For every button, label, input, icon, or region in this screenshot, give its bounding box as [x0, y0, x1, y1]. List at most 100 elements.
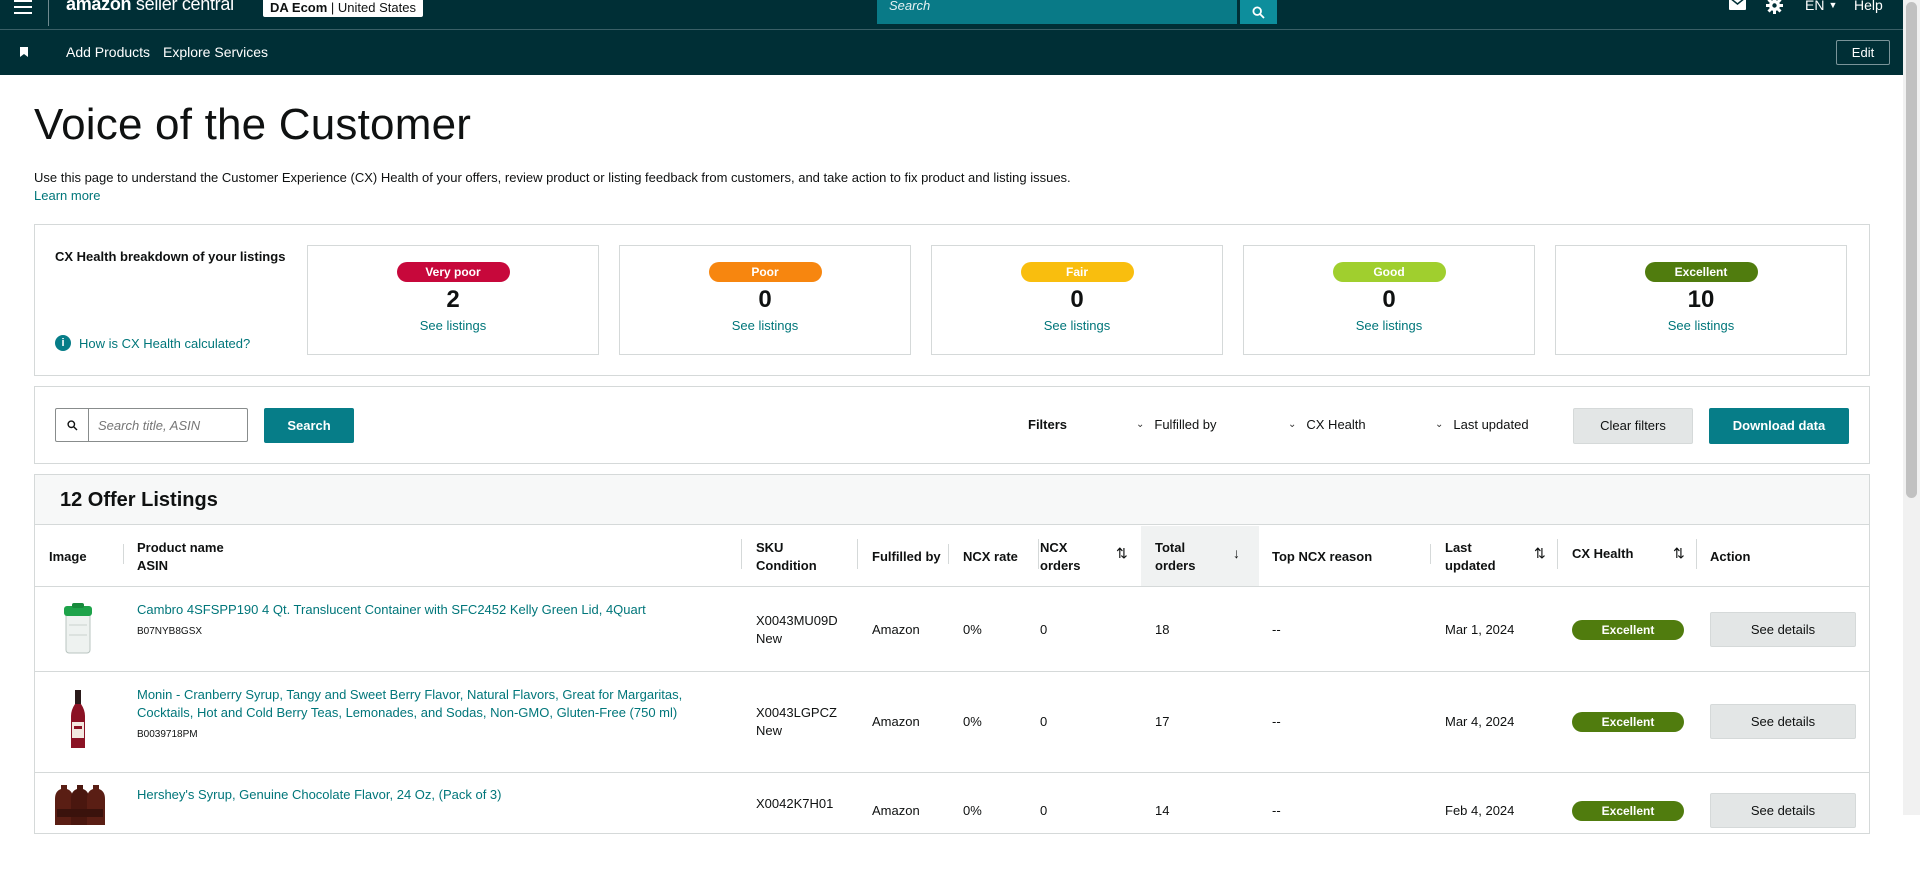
product-thumbnail[interactable]	[51, 785, 107, 825]
cx-card-good: Good 0 See listings	[1243, 245, 1535, 355]
sort-descending-icon[interactable]: ↓	[1233, 545, 1240, 561]
top-ncx-reason: --	[1272, 803, 1281, 818]
see-listings-link[interactable]: See listings	[1244, 318, 1534, 333]
product-name-link[interactable]: Monin - Cranberry Syrup, Tangy and Sweet…	[137, 686, 717, 722]
clear-filters-button[interactable]: Clear filters	[1573, 408, 1693, 444]
header-last-updated[interactable]: Last updated	[1445, 539, 1496, 575]
edit-button[interactable]: Edit	[1836, 40, 1890, 65]
sort-icon[interactable]: ⇅	[1673, 545, 1685, 562]
column-divider	[1430, 544, 1431, 564]
bookmark-icon[interactable]	[20, 47, 28, 57]
sku: X0043MU09D	[756, 613, 838, 628]
see-details-button[interactable]: See details	[1710, 793, 1856, 828]
cx-health-label: CX Health breakdown of your listings	[55, 249, 286, 264]
table-title-bar: 12 Offer Listings	[35, 475, 1869, 525]
cx-card-excellent: Excellent 10 See listings	[1555, 245, 1847, 355]
sku-cell: X0042K7H01	[756, 795, 833, 813]
product-thumbnail[interactable]	[63, 603, 93, 655]
product-thumbnail[interactable]	[69, 690, 87, 750]
last-updated: Mar 1, 2024	[1445, 622, 1515, 637]
info-icon: i	[55, 335, 71, 351]
chevron-down-icon: ⌄	[1136, 419, 1145, 430]
header-asin-label: ASIN	[137, 558, 169, 573]
product-name-link[interactable]: Cambro 4SFSPP190 4 Qt. Translucent Conta…	[137, 601, 717, 619]
help-link[interactable]: Help	[1854, 0, 1883, 13]
header-cx-health[interactable]: CX Health	[1572, 545, 1633, 563]
table-title: 12 Offer Listings	[60, 489, 218, 511]
product-cell: Cambro 4SFSPP190 4 Qt. Translucent Conta…	[137, 601, 717, 641]
filter-bar: Search title, ASIN Search Filters ⌄ Fulfi…	[34, 386, 1870, 464]
listing-count: 2	[446, 286, 460, 313]
table-row: Cambro 4SFSPP190 4 Qt. Translucent Conta…	[35, 587, 1869, 672]
seller-central-logo[interactable]: amazon seller central	[66, 0, 234, 15]
column-divider	[948, 544, 949, 564]
listing-count: 0	[1070, 286, 1084, 313]
listing-count: 10	[1687, 286, 1715, 313]
sort-icon[interactable]: ⇅	[1116, 545, 1128, 562]
cx-health-badge: Excellent	[1572, 620, 1684, 640]
sort-icon[interactable]: ⇅	[1534, 545, 1546, 562]
fulfilled-by-dropdown[interactable]: ⌄ Fulfilled by	[1136, 417, 1217, 432]
mail-icon[interactable]	[1729, 0, 1746, 10]
table-row: Monin - Cranberry Syrup, Tangy and Sweet…	[35, 672, 1869, 773]
download-data-button[interactable]: Download data	[1709, 408, 1849, 444]
status-badge: Poor	[708, 262, 822, 282]
offer-listings-table: 12 Offer Listings Image Product name ASIN…	[34, 474, 1870, 834]
header-ncx-rate[interactable]: NCX rate	[963, 548, 1018, 566]
store-switcher[interactable]: DA Ecom | United States	[263, 0, 423, 17]
global-search-button[interactable]	[1240, 0, 1277, 24]
header-fulfilled-by[interactable]: Fulfilled by	[872, 548, 941, 566]
listing-count: 0	[758, 286, 772, 313]
chevron-down-icon: ⌄	[1288, 419, 1297, 430]
learn-more-link[interactable]: Learn more	[34, 188, 100, 203]
search-button[interactable]: Search	[264, 408, 354, 443]
see-details-button[interactable]: See details	[1710, 612, 1856, 647]
column-divider	[1038, 539, 1039, 569]
ncx-rate: 0%	[963, 714, 982, 729]
total-orders: 14	[1155, 803, 1170, 818]
cx-card-poor: Poor 0 See listings	[619, 245, 911, 355]
listing-search-input[interactable]: Search title, ASIN	[55, 408, 248, 442]
global-search-placeholder: Search	[889, 0, 931, 13]
total-orders: 18	[1155, 622, 1170, 637]
cx-health-dropdown[interactable]: ⌄ CX Health	[1288, 417, 1366, 432]
status-badge: Excellent	[1644, 262, 1758, 282]
header-ncx-orders[interactable]: NCX orders	[1040, 539, 1080, 575]
global-search-input[interactable]: Search	[877, 0, 1237, 24]
nav-add-products[interactable]: Add Products	[66, 44, 150, 60]
cx-health-how-label: How is CX Health calculated?	[79, 335, 251, 351]
header-action: Action	[1710, 549, 1751, 564]
page-title: Voice of the Customer	[34, 100, 472, 149]
filters-label: Filters	[1028, 417, 1068, 432]
sub-navigation: Add Products Explore Services Edit	[0, 30, 1920, 75]
ncx-rate: 0%	[963, 803, 982, 818]
see-listings-link[interactable]: See listings	[308, 318, 598, 333]
product-cell: Monin - Cranberry Syrup, Tangy and Sweet…	[137, 686, 717, 744]
header-sku[interactable]: SKU Condition	[756, 539, 817, 575]
see-listings-link[interactable]: See listings	[620, 318, 910, 333]
header-product-name[interactable]: Product name ASIN	[137, 539, 224, 575]
header-ncx-orders-line1: NCX	[1040, 540, 1068, 555]
gear-icon[interactable]	[1766, 0, 1783, 14]
see-details-button[interactable]: See details	[1710, 704, 1856, 739]
header-top-ncx-reason[interactable]: Top NCX reason	[1272, 548, 1372, 566]
cx-health-how-link[interactable]: i How is CX Health calculated?	[55, 335, 250, 351]
see-listings-link[interactable]: See listings	[1556, 318, 1846, 333]
column-divider	[1696, 539, 1697, 569]
menu-icon[interactable]	[14, 0, 32, 14]
product-name-link[interactable]: Hershey's Syrup, Genuine Chocolate Flavo…	[137, 786, 717, 804]
divider	[48, 0, 49, 26]
header-total-orders[interactable]: Total orders	[1155, 539, 1195, 575]
cx-health-badge: Excellent	[1572, 801, 1684, 821]
search-icon	[56, 409, 89, 441]
header-last-updated-line1: Last	[1445, 540, 1472, 555]
see-listings-link[interactable]: See listings	[932, 318, 1222, 333]
language-selector[interactable]: EN ▼	[1805, 0, 1837, 13]
scrollbar-thumb[interactable]	[1906, 2, 1917, 498]
cx-card-fair: Fair 0 See listings	[931, 245, 1223, 355]
dropdown-label: Fulfilled by	[1154, 417, 1217, 432]
nav-explore-services[interactable]: Explore Services	[163, 44, 268, 60]
condition: New	[756, 723, 783, 738]
last-updated-dropdown[interactable]: ⌄ Last updated	[1435, 417, 1529, 432]
sku: X0043LGPCZ	[756, 705, 837, 720]
